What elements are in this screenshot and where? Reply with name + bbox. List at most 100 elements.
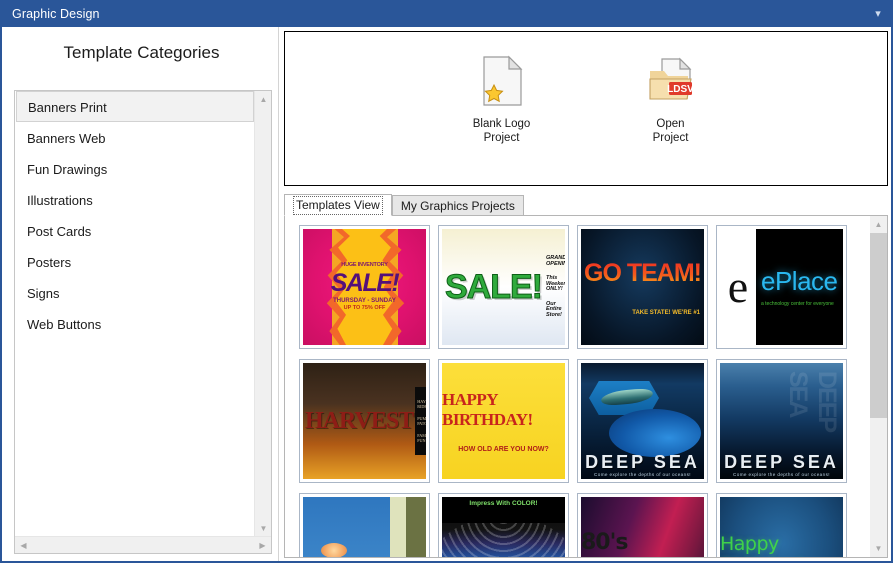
- template-title-big: HAPPY BIRTHDAY!: [442, 389, 533, 429]
- sidebar-item-label: Fun Drawings: [27, 162, 108, 177]
- template-thumbnail: SALE! GRAND OPENING This Weekend ONLY! O…: [442, 229, 565, 345]
- templates-grid: HUGE INVENTORY SALE! THURSDAY - SUNDAY U…: [285, 216, 871, 557]
- template-harvest[interactable]: HARVEST HAYRACK RIDES PUMPKIN PATCH FAMI…: [299, 359, 430, 483]
- template-thumbnail: DEEP SEA Come explore the depths of our …: [581, 363, 704, 479]
- template-happy-birthday-yellow[interactable]: HAPPY BIRTHDAY! HOW OLD ARE YOU NOW?: [438, 359, 569, 483]
- sidebar-item-banners-print[interactable]: Banners Print: [16, 91, 254, 122]
- chevron-up-icon[interactable]: ▲: [870, 216, 887, 233]
- categories-pane: Template Categories Banners Print Banner…: [4, 27, 279, 561]
- template-caption: DEEP SEA Come explore the depths of our …: [720, 452, 843, 477]
- template-thumbnail: HUGE INVENTORY SALE! THURSDAY - SUNDAY U…: [303, 229, 426, 345]
- template-title-big: GO TEAM!: [584, 258, 702, 287]
- chevron-up-icon[interactable]: ▲: [255, 91, 271, 108]
- template-thumbnail: [303, 497, 426, 557]
- side-line-3: Our Entire Store!: [546, 300, 562, 318]
- box-line-1: HAYRACK RIDES: [417, 399, 426, 409]
- tab-strip: Templates View My Graphics Projects: [284, 194, 888, 216]
- templates-vertical-scrollbar[interactable]: ▲ ▼: [870, 216, 887, 557]
- sidebar-item-label: Post Cards: [27, 224, 92, 239]
- scrollbar-thumb[interactable]: [870, 233, 887, 418]
- title-bar: Graphic Design ▾: [2, 0, 891, 27]
- template-thumbnail: e ePlace a technology center for everyon…: [720, 229, 843, 345]
- starburst-shape: HUGE INVENTORY SALE! THURSDAY - SUNDAY U…: [330, 229, 400, 345]
- template-thumbnail: Happy Birthday!: [720, 497, 843, 557]
- sidebar-item-fun-drawings[interactable]: Fun Drawings: [15, 153, 255, 184]
- sidebar-item-label: Illustrations: [27, 193, 93, 208]
- template-title-mid: THURSDAY - SUNDAY: [333, 297, 396, 304]
- sidebar-item-banners-web[interactable]: Banners Web: [15, 122, 255, 153]
- template-title-big: Happy Birthday!: [720, 533, 804, 557]
- chevron-right-icon[interactable]: ▶: [254, 537, 271, 553]
- template-title-big: SALE!: [330, 268, 400, 297]
- chevron-down-icon[interactable]: ▼: [255, 520, 271, 537]
- sidebar-item-label: Banners Web: [27, 131, 106, 146]
- sidebar-item-post-cards[interactable]: Post Cards: [15, 215, 255, 246]
- template-deep-sea-shark[interactable]: DEEP SEA Come explore the depths of our …: [577, 359, 708, 483]
- template-tagline: a technology center for everyone: [761, 300, 834, 307]
- template-title-big: DEEP SEA: [585, 452, 700, 472]
- box-line-2: PUMPKIN PATCH: [417, 416, 426, 426]
- sidebar-item-signs[interactable]: Signs: [15, 277, 255, 308]
- ldsv-badge-text: LDSV: [667, 84, 694, 95]
- template-title-sub: UP TO 75% OFF: [343, 304, 386, 311]
- harvest-info-box: HAYRACK RIDES PUMPKIN PATCH FAMILY FUN: [415, 387, 426, 455]
- template-go-team[interactable]: GO TEAM! TAKE STATE! WE'RE #1: [577, 225, 708, 349]
- template-80s-dance[interactable]: 80's Dance: [577, 493, 708, 557]
- orb-shape: [609, 409, 701, 457]
- band-dark-shape: [406, 497, 426, 557]
- sidebar-item-label: Web Buttons: [27, 317, 102, 332]
- category-list-horizontal-scrollbar[interactable]: ◀ ▶: [15, 536, 271, 553]
- template-blue-sky-sunset[interactable]: [299, 493, 430, 557]
- open-folder-ldsv-icon: LDSV: [647, 55, 695, 107]
- template-caption: DEEP SEA Come explore the depths of our …: [581, 452, 704, 477]
- blank-logo-project-button[interactable]: Blank Logo Project: [449, 55, 554, 145]
- blank-document-star-icon: [478, 55, 526, 107]
- blank-logo-project-label: Blank Logo Project: [472, 118, 531, 144]
- template-title-big: 80's Dance: [581, 530, 654, 557]
- template-deep-sea-underwater[interactable]: DEEP SEA DEEP SEA Come explore the depth…: [716, 359, 847, 483]
- template-title-big: DEEP SEA: [724, 452, 839, 472]
- template-header-text: Impress With COLOR!: [442, 497, 565, 523]
- sun-shape: [321, 543, 347, 557]
- template-eplace-technology[interactable]: e ePlace a technology center for everyon…: [716, 225, 847, 349]
- sidebar-item-label: Signs: [27, 286, 60, 301]
- chevron-down-icon[interactable]: ▾: [861, 0, 891, 27]
- chevron-down-icon[interactable]: ▼: [870, 540, 887, 557]
- side-line-1: GRAND OPENING: [546, 255, 565, 267]
- band-light-shape: [390, 497, 406, 557]
- tab-my-graphics-projects[interactable]: My Graphics Projects: [391, 195, 524, 216]
- sidebar-item-web-buttons[interactable]: Web Buttons: [15, 308, 255, 339]
- template-subtitle: TAKE STATE! WE'RE #1: [632, 309, 700, 316]
- sidebar-item-posters[interactable]: Posters: [15, 246, 255, 277]
- template-grand-opening-sale[interactable]: SALE! GRAND OPENING This Weekend ONLY! O…: [438, 225, 569, 349]
- template-subtitle: Come explore the depths of our oceans!: [733, 472, 830, 477]
- template-impress-with-color[interactable]: Impress With COLOR!: [438, 493, 569, 557]
- open-project-label: Open Project: [652, 118, 689, 144]
- sidebar-item-illustrations[interactable]: Illustrations: [15, 184, 255, 215]
- template-title-big: HARVEST: [305, 408, 414, 434]
- tab-templates-view-label: Templates View: [293, 196, 383, 215]
- tab-templates-view[interactable]: Templates View: [284, 194, 392, 216]
- open-project-button[interactable]: LDSV Open Project: [618, 55, 723, 145]
- main-pane: Blank Logo Project LDSV Open Project Tem…: [279, 27, 891, 561]
- categories-heading: Template Categories: [63, 43, 220, 62]
- template-thumbnail: HAPPY BIRTHDAY! HOW OLD ARE YOU NOW?: [442, 363, 565, 479]
- template-title-small: HUGE INVENTORY: [341, 262, 388, 268]
- chevron-left-icon[interactable]: ◀: [15, 537, 32, 553]
- template-thumbnail: GO TEAM! TAKE STATE! WE'RE #1: [581, 229, 704, 345]
- template-happy-birthday-blue[interactable]: Happy Birthday!: [716, 493, 847, 557]
- template-subtitle: HOW OLD ARE YOU NOW?: [458, 445, 549, 453]
- template-subtitle: Come explore the depths of our oceans!: [594, 472, 691, 477]
- eplace-text: ePlace a technology center for everyone: [756, 229, 843, 345]
- logo-letter: e: [727, 261, 749, 312]
- template-thumbnail: HARVEST HAYRACK RIDES PUMPKIN PATCH FAMI…: [303, 363, 426, 479]
- box-line-3: FAMILY FUN: [417, 433, 426, 443]
- template-title-big: ePlace: [761, 265, 838, 296]
- template-huge-inventory-sale[interactable]: HUGE INVENTORY SALE! THURSDAY - SUNDAY U…: [299, 225, 430, 349]
- category-listbox[interactable]: Banners Print Banners Web Fun Drawings I…: [14, 90, 272, 554]
- eplace-logo: e: [720, 229, 756, 345]
- tab-my-graphics-projects-label: My Graphics Projects: [400, 199, 515, 213]
- template-thumbnail: 80's Dance: [581, 497, 704, 557]
- category-list-vertical-scrollbar[interactable]: ▲ ▼: [254, 91, 271, 537]
- template-title-big: SALE!: [445, 267, 544, 306]
